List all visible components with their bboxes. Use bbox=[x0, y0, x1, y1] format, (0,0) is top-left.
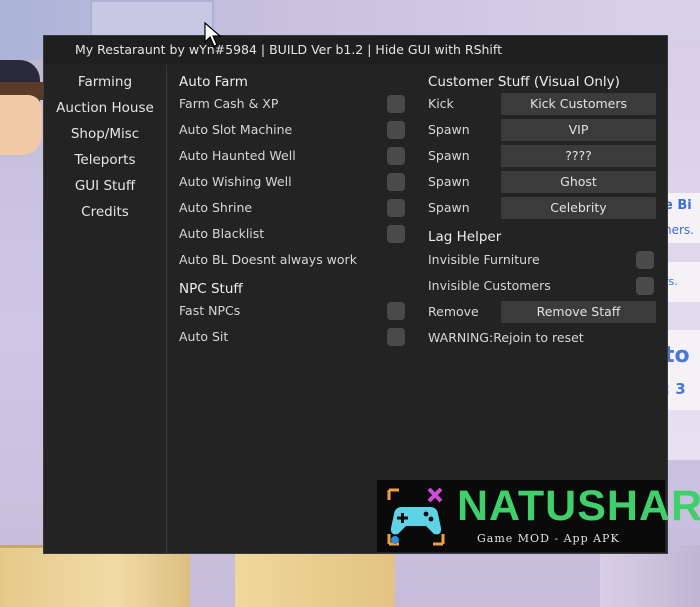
toggle-label: Auto Wishing Well bbox=[179, 174, 292, 189]
action-row: Kick Kick Customers bbox=[428, 93, 658, 115]
background-sign bbox=[664, 330, 700, 410]
toggle-label: Auto Shrine bbox=[179, 200, 253, 215]
action-label: Spawn bbox=[428, 200, 470, 215]
sidebar-item-teleports[interactable]: Teleports bbox=[44, 149, 166, 171]
sidebar-item-shop-misc[interactable]: Shop/Misc bbox=[44, 123, 166, 145]
mouse-cursor-icon bbox=[204, 22, 222, 47]
watermark-subtitle: Game MOD - App APK bbox=[477, 532, 620, 545]
spawn-unknown-button[interactable]: ???? bbox=[501, 145, 656, 167]
invisible-furniture-checkbox[interactable] bbox=[636, 251, 654, 269]
toggle-row: Auto Shrine bbox=[179, 197, 409, 219]
background-sign-text: e Bi bbox=[664, 198, 692, 213]
section-heading-lag-helper: Lag Helper bbox=[428, 229, 502, 245]
sidebar-item-gui-stuff[interactable]: GUI Stuff bbox=[44, 175, 166, 197]
auto-sit-checkbox[interactable] bbox=[387, 328, 405, 346]
gui-title: My Restaraunt by wYn#5984 | BUILD Ver b1… bbox=[75, 42, 502, 57]
section-heading-npc-stuff: NPC Stuff bbox=[179, 281, 243, 297]
action-row: Spawn Celebrity bbox=[428, 197, 658, 219]
action-label: Remove bbox=[428, 304, 479, 319]
gui-titlebar[interactable]: My Restaraunt by wYn#5984 | BUILD Ver b1… bbox=[44, 36, 667, 64]
section-heading-auto-farm: Auto Farm bbox=[179, 74, 248, 90]
background-sign-text: rs. bbox=[664, 275, 678, 288]
auto-blacklist-checkbox[interactable] bbox=[387, 225, 405, 243]
gui-sidebar: Farming Auction House Shop/Misc Teleport… bbox=[44, 65, 167, 553]
toggle-row: Auto Haunted Well bbox=[179, 145, 409, 167]
farm-cash-xp-checkbox[interactable] bbox=[387, 95, 405, 113]
spawn-ghost-button[interactable]: Ghost bbox=[501, 171, 656, 193]
watermark-title: NATUSHARE bbox=[457, 482, 700, 530]
toggle-label: Auto Slot Machine bbox=[179, 122, 293, 137]
toggle-label: Auto Sit bbox=[179, 329, 229, 344]
spawn-celebrity-button[interactable]: Celebrity bbox=[501, 197, 656, 219]
toggle-label: Auto Haunted Well bbox=[179, 148, 296, 163]
toggle-row: Invisible Furniture bbox=[428, 249, 658, 271]
spawn-vip-button[interactable]: VIP bbox=[501, 119, 656, 141]
sidebar-item-credits[interactable]: Credits bbox=[44, 201, 166, 223]
background-sign-text: ners. bbox=[664, 223, 694, 237]
sidebar-item-auction-house[interactable]: Auction House bbox=[44, 97, 166, 119]
info-row: WARNING:Rejoin to reset bbox=[428, 327, 658, 349]
warning-text: WARNING:Rejoin to reset bbox=[428, 330, 584, 345]
auto-haunted-well-checkbox[interactable] bbox=[387, 147, 405, 165]
action-row: Spawn VIP bbox=[428, 119, 658, 141]
action-label: Spawn bbox=[428, 174, 470, 189]
invisible-customers-checkbox[interactable] bbox=[636, 277, 654, 295]
toggle-label: Auto Blacklist bbox=[179, 226, 265, 241]
background-sign-text: : 3 bbox=[664, 380, 686, 398]
auto-shrine-checkbox[interactable] bbox=[387, 199, 405, 217]
section-heading-customer-stuff: Customer Stuff (Visual Only) bbox=[428, 74, 620, 90]
action-row: Spawn ???? bbox=[428, 145, 658, 167]
script-gui-window: My Restaraunt by wYn#5984 | BUILD Ver b1… bbox=[43, 35, 668, 554]
toggle-row: Invisible Customers bbox=[428, 275, 658, 297]
gamepad-logo-icon bbox=[387, 487, 445, 546]
background-sign-text: to bbox=[664, 343, 690, 368]
auto-wishing-well-checkbox[interactable] bbox=[387, 173, 405, 191]
background-chair bbox=[0, 545, 190, 607]
info-row: Auto BL Doesnt always work bbox=[179, 249, 409, 271]
auto-bl-note: Auto BL Doesnt always work bbox=[179, 252, 357, 267]
background-wall-tile bbox=[90, 0, 214, 40]
toggle-row: Auto Wishing Well bbox=[179, 171, 409, 193]
toggle-label: Invisible Furniture bbox=[428, 252, 540, 267]
background-chair bbox=[235, 548, 395, 607]
action-label: Spawn bbox=[428, 148, 470, 163]
toggle-row: Farm Cash & XP bbox=[179, 93, 409, 115]
toggle-label: Invisible Customers bbox=[428, 278, 551, 293]
action-label: Spawn bbox=[428, 122, 470, 137]
remove-staff-button[interactable]: Remove Staff bbox=[501, 301, 656, 323]
action-label: Kick bbox=[428, 96, 454, 111]
action-row: Spawn Ghost bbox=[428, 171, 658, 193]
toggle-row: Auto Blacklist bbox=[179, 223, 409, 245]
kick-customers-button[interactable]: Kick Customers bbox=[501, 93, 656, 115]
natushare-watermark: NATUSHARE Game MOD - App APK bbox=[377, 480, 700, 552]
toggle-row: Fast NPCs bbox=[179, 300, 409, 322]
background-floor bbox=[600, 545, 700, 607]
toggle-row: Auto Sit bbox=[179, 326, 409, 348]
auto-slot-machine-checkbox[interactable] bbox=[387, 121, 405, 139]
sidebar-item-farming[interactable]: Farming bbox=[44, 71, 166, 93]
toggle-row: Auto Slot Machine bbox=[179, 119, 409, 141]
action-row: Remove Remove Staff bbox=[428, 301, 658, 323]
toggle-label: Farm Cash & XP bbox=[179, 96, 279, 111]
toggle-label: Fast NPCs bbox=[179, 303, 241, 318]
fast-npcs-checkbox[interactable] bbox=[387, 302, 405, 320]
player-character-face bbox=[0, 95, 42, 155]
